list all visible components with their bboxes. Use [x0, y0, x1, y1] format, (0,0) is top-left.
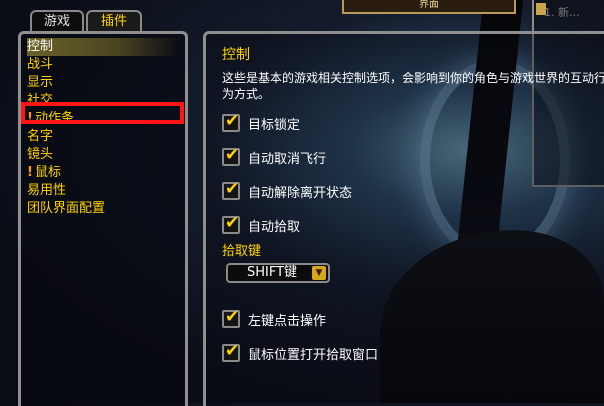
category-panel: 控制 战斗 显示 社交 ! 动作条 名字 镜头 ! 鼠标 易用性 团队界面配置: [18, 31, 188, 406]
checkbox-checked[interactable]: [222, 213, 240, 234]
quest-icon: [536, 3, 546, 15]
category-mouse-label: 鼠标: [35, 165, 62, 180]
category-raid-profiles[interactable]: 团队界面配置: [27, 200, 179, 218]
option-auto-clear-afk[interactable]: 自动解除离开状态: [222, 179, 353, 202]
category-mouse[interactable]: ! 鼠标: [27, 164, 179, 182]
mini-frame-title: 1. 新...: [544, 6, 580, 19]
option-label: 自动拾取: [248, 219, 301, 235]
top-header-box: 界面: [342, 0, 516, 14]
option-loot-under-mouse[interactable]: 鼠标位置打开拾取窗口: [222, 341, 379, 364]
option-label: 自动取消飞行: [248, 151, 327, 167]
option-left-click-interact[interactable]: 左键点击操作: [222, 307, 327, 330]
category-camera[interactable]: 镜头: [27, 146, 179, 164]
loot-key-label: 拾取键: [222, 244, 262, 259]
warning-icon: !: [27, 165, 33, 180]
option-label: 自动解除离开状态: [248, 185, 353, 201]
loot-key-value: SHIFT键: [246, 265, 298, 280]
red-highlight-box: [21, 102, 184, 124]
checkbox-checked[interactable]: [222, 111, 240, 132]
option-label: 左键点击操作: [248, 313, 327, 329]
option-target-lock[interactable]: 目标锁定: [222, 111, 301, 134]
checkbox-checked[interactable]: [222, 179, 240, 200]
checkbox-checked[interactable]: [222, 341, 240, 362]
category-list: 控制 战斗 显示 社交 ! 动作条 名字 镜头 ! 鼠标 易用性 团队界面配置: [27, 38, 179, 218]
panel-description: 这些是基本的游戏相关控制选项，会影响到你的角色与游戏世界的互动行为方式。: [222, 71, 604, 101]
option-auto-loot[interactable]: 自动拾取: [222, 213, 301, 236]
panel-title: 控制: [222, 47, 250, 63]
tab-game[interactable]: 游戏: [30, 10, 84, 32]
chevron-down-icon[interactable]: ▼: [312, 266, 326, 280]
checkbox-checked[interactable]: [222, 307, 240, 328]
loot-key-dropdown[interactable]: SHIFT键 ▼: [226, 263, 330, 283]
category-accessibility[interactable]: 易用性: [27, 182, 179, 200]
top-header-label: 界面: [419, 0, 439, 10]
checkbox-checked[interactable]: [222, 145, 240, 166]
option-label: 鼠标位置打开拾取窗口: [248, 347, 379, 363]
options-panel: 控制 这些是基本的游戏相关控制选项，会影响到你的角色与游戏世界的互动行为方式。 …: [203, 31, 604, 406]
category-names[interactable]: 名字: [27, 128, 179, 146]
option-auto-dismount-flying[interactable]: 自动取消飞行: [222, 145, 327, 168]
category-combat[interactable]: 战斗: [27, 56, 179, 74]
tab-addons[interactable]: 插件: [86, 10, 142, 32]
category-display[interactable]: 显示: [27, 74, 179, 92]
category-controls[interactable]: 控制: [27, 38, 179, 56]
option-label: 目标锁定: [248, 117, 301, 133]
